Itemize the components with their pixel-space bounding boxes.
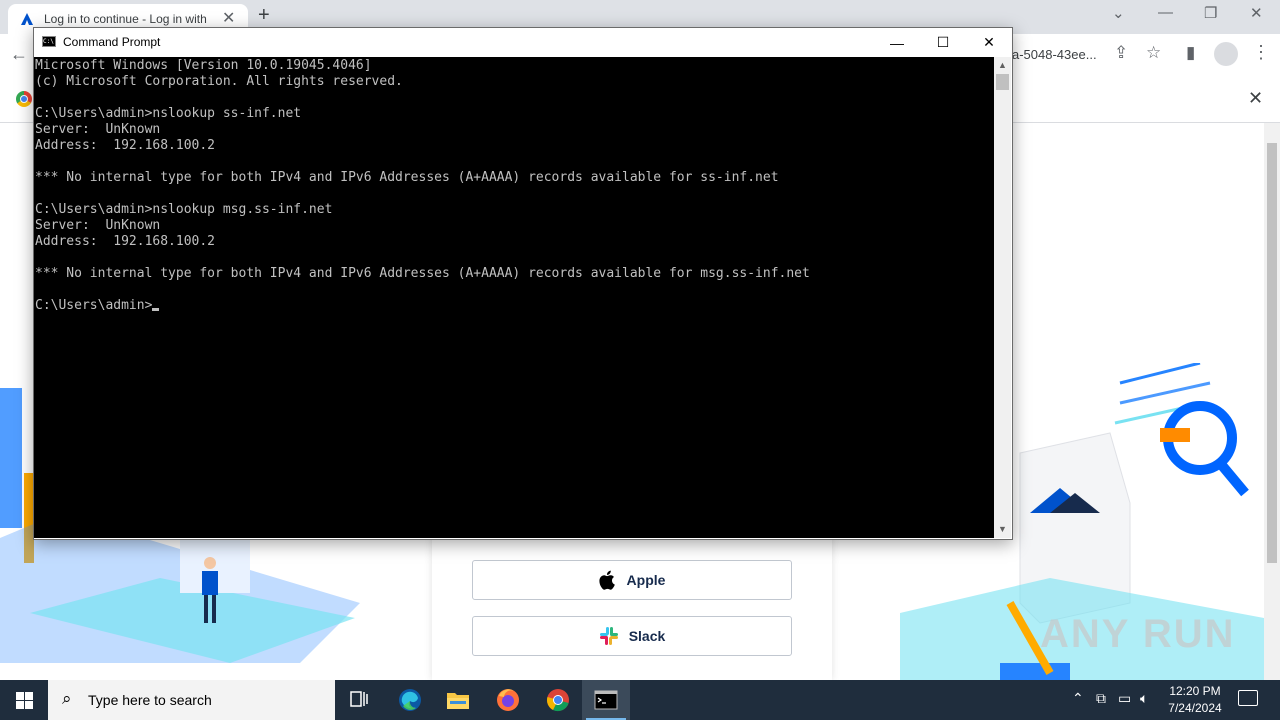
omnibox-url-text[interactable]: a-5048-43ee... — [1012, 47, 1097, 62]
network-icon[interactable]: ▭ — [1118, 690, 1131, 707]
menu-kebab-icon[interactable]: ⋮ — [1252, 42, 1270, 63]
chrome-logo-icon — [16, 91, 32, 107]
network-adapter-icon[interactable]: ⧉ — [1096, 690, 1106, 707]
start-button[interactable] — [0, 680, 48, 720]
cmd-window-title: Command Prompt — [63, 35, 161, 49]
task-view-icon — [350, 691, 368, 707]
chrome-icon — [547, 689, 569, 712]
tab-title: Log in to continue - Log in with — [44, 12, 207, 26]
cmd-maximize-button[interactable]: ☐ — [920, 28, 966, 57]
notification-center-icon[interactable] — [1238, 690, 1258, 706]
console-line: C:\Users\admin>nslookup ss-inf.net — [35, 106, 302, 121]
console-line: Address: 192.168.100.2 — [35, 138, 216, 153]
infobar-close-icon[interactable]: ✕ — [1248, 88, 1263, 109]
atlassian-icon — [21, 13, 33, 25]
console-line: (c) Microsoft Corporation. All rights re… — [35, 74, 403, 89]
console-line: *** No internal type for both IPv4 and I… — [35, 170, 779, 185]
console-line: Address: 192.168.100.2 — [35, 234, 216, 249]
continue-with-slack-button[interactable]: Slack — [472, 616, 792, 656]
search-placeholder: Type here to search — [88, 692, 212, 708]
taskbar: ⌕ Type here to search ⌃ ⧉ ▭ 🔈︎ 12:20 PM … — [0, 680, 1280, 720]
slack-button-label: Slack — [628, 628, 666, 644]
side-panel-icon[interactable]: ▮ — [1186, 43, 1195, 63]
clock-date: 7/24/2024 — [1168, 701, 1222, 715]
folder-icon — [447, 693, 469, 709]
console-line: Server: UnKnown — [35, 122, 161, 137]
apple-icon — [598, 570, 615, 590]
cmd-close-button[interactable]: ✕ — [966, 28, 1012, 57]
tab-search-icon[interactable]: ⌄ — [1112, 4, 1125, 22]
tab-close-icon[interactable]: ✕ — [222, 8, 235, 28]
show-hidden-icons-chevron-icon[interactable]: ⌃ — [1072, 690, 1084, 707]
browser-close-button[interactable]: ✕ — [1250, 4, 1263, 22]
scroll-down-arrow-icon[interactable]: ▼ — [998, 524, 1007, 534]
console-line: C:\Users\admin>nslookup msg.ss-inf.net — [35, 202, 333, 217]
new-tab-button[interactable]: + — [258, 4, 270, 27]
chrome-taskbar-button[interactable] — [534, 680, 582, 720]
file-explorer-taskbar-button[interactable] — [434, 680, 482, 720]
slack-icon — [599, 627, 618, 645]
scroll-up-arrow-icon[interactable]: ▲ — [998, 60, 1007, 70]
firefox-icon — [497, 689, 519, 711]
cmd-vertical-scrollbar[interactable]: ▲ ▼ — [994, 57, 1011, 538]
cmd-scroll-thumb[interactable] — [996, 74, 1009, 90]
command-prompt-window[interactable]: C:\ Command Prompt — ☐ ✕ Microsoft Windo… — [33, 27, 1013, 540]
task-view-button[interactable] — [336, 680, 384, 720]
anyrun-watermark: ANY RUN — [1040, 612, 1236, 656]
browser-restore-button[interactable]: ❐ — [1204, 4, 1217, 22]
page-scrollbar[interactable] — [1264, 123, 1280, 680]
back-arrow-icon[interactable]: ← — [10, 44, 28, 65]
bookmark-star-icon[interactable]: ☆ — [1146, 43, 1161, 63]
browser-minimize-button[interactable]: — — [1158, 4, 1173, 21]
cmd-app-icon: C:\ — [42, 36, 56, 47]
terminal-icon — [594, 690, 618, 710]
search-icon: ⌕ — [62, 689, 72, 708]
firefox-taskbar-button[interactable] — [484, 680, 532, 720]
console-line: Server: UnKnown — [35, 218, 161, 233]
cmd-minimize-button[interactable]: — — [874, 28, 920, 57]
clock-time: 12:20 PM — [1169, 684, 1221, 698]
system-clock[interactable]: 12:20 PM 7/24/2024 — [1160, 683, 1230, 717]
taskbar-search-box[interactable]: ⌕ Type here to search — [48, 680, 335, 720]
console-line: *** No internal type for both IPv4 and I… — [35, 266, 810, 281]
volume-icon[interactable]: 🔈︎ — [1140, 690, 1148, 707]
console-prompt: C:\Users\admin> — [35, 298, 153, 313]
profile-avatar[interactable] — [1214, 42, 1238, 66]
page-scroll-thumb[interactable] — [1267, 143, 1277, 563]
windows-logo-icon — [15, 691, 33, 709]
edge-icon — [399, 689, 421, 711]
command-prompt-taskbar-button[interactable] — [582, 680, 630, 720]
continue-with-apple-button[interactable]: Apple — [472, 560, 792, 600]
edge-taskbar-button[interactable] — [386, 680, 434, 720]
cmd-console[interactable]: Microsoft Windows [Version 10.0.19045.40… — [34, 57, 994, 538]
share-icon[interactable]: ⇪ — [1114, 43, 1128, 63]
console-line: Microsoft Windows [Version 10.0.19045.40… — [35, 58, 372, 73]
apple-button-label: Apple — [626, 572, 666, 588]
login-card — [432, 523, 832, 680]
cmd-titlebar[interactable]: C:\ Command Prompt — ☐ ✕ — [34, 28, 1012, 57]
console-cursor — [152, 308, 160, 311]
console-output: Microsoft Windows [Version 10.0.19045.40… — [34, 57, 994, 314]
